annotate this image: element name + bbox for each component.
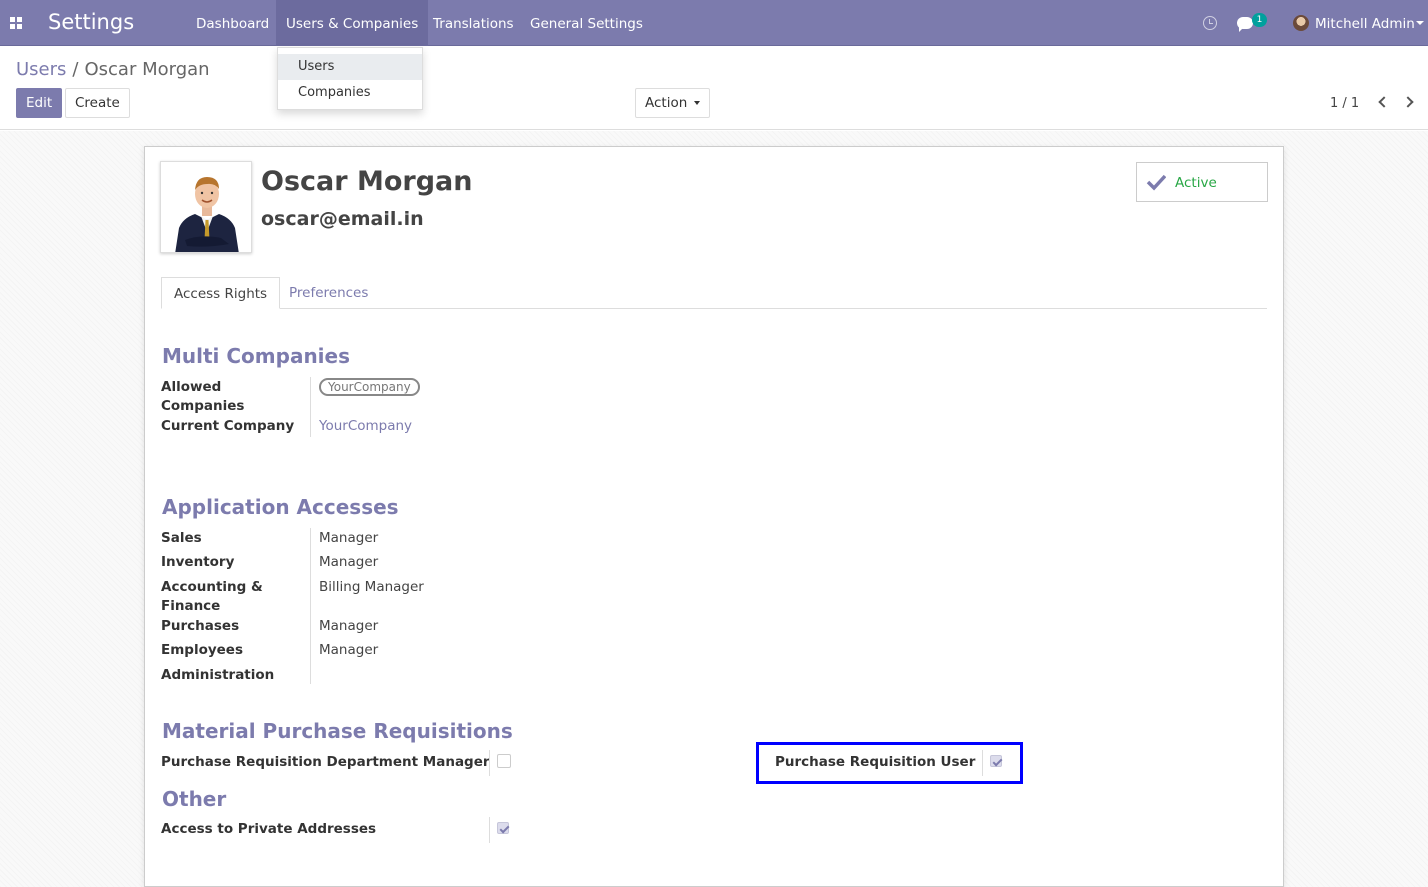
section-application-accesses: Application Accesses [162, 495, 399, 519]
field-divider [310, 528, 311, 684]
field-divider [489, 750, 490, 776]
dept-manager-checkbox[interactable] [497, 754, 511, 768]
access-value-purchases[interactable]: Manager [319, 618, 378, 634]
section-multi-companies: Multi Companies [162, 344, 351, 368]
active-toggle-button[interactable]: Active [1136, 162, 1268, 202]
current-company-label: Current Company [161, 418, 295, 434]
section-other: Other [162, 787, 227, 811]
access-label-administration: Administration [161, 667, 275, 683]
pager-previous-icon[interactable] [1378, 96, 1390, 108]
allowed-companies-label: Allowed Companies [161, 379, 245, 414]
breadcrumb: Users / Oscar Morgan [16, 59, 210, 80]
menu-dashboard[interactable]: Dashboard [186, 0, 279, 46]
field-divider [489, 817, 490, 843]
highlight-annotation-box [756, 742, 1023, 784]
breadcrumb-users-link[interactable]: Users [16, 59, 66, 80]
access-label-employees: Employees [161, 642, 244, 658]
users-companies-dropdown: Users Companies [277, 47, 423, 110]
app-title: Settings [48, 10, 135, 34]
user-menu-name[interactable]: Mitchell Admin [1315, 0, 1415, 48]
menu-general-settings[interactable]: General Settings [520, 0, 653, 46]
pager-next-icon[interactable] [1402, 96, 1414, 108]
dept-manager-label: Purchase Requisition Department Manager [161, 754, 490, 770]
dropdown-item-users[interactable]: Users [278, 54, 422, 80]
chat-counter-badge: 1 [1252, 13, 1267, 27]
activity-clock-icon[interactable] [1203, 16, 1217, 30]
access-label-inventory: Inventory [161, 554, 235, 570]
menu-users-companies[interactable]: Users & Companies [276, 0, 429, 46]
access-value-inventory[interactable]: Manager [319, 554, 378, 570]
control-panel: Users / Oscar Morgan Edit Create Action 1 … [0, 46, 1428, 130]
access-label-sales: Sales [161, 530, 202, 546]
tab-preferences[interactable]: Preferences [277, 277, 380, 309]
menu-translations[interactable]: Translations [423, 0, 524, 46]
active-label: Active [1175, 175, 1217, 191]
create-button[interactable]: Create [65, 88, 130, 118]
record-user-login: oscar@email.in [261, 208, 424, 230]
tab-access-rights[interactable]: Access Rights [161, 277, 281, 309]
user-menu-caret-icon[interactable] [1416, 21, 1424, 25]
section-material-purchase-requisitions: Material Purchase Requisitions [162, 719, 513, 743]
user-photo-image [161, 162, 251, 252]
private-addresses-label: Access to Private Addresses [161, 821, 377, 837]
edit-button[interactable]: Edit [16, 88, 63, 118]
top-navbar: Settings Dashboard Users & Companies Tra… [0, 0, 1428, 46]
user-photo[interactable] [160, 161, 252, 253]
form-tabs: Access Rights Preferences [161, 277, 1267, 309]
current-company-value[interactable]: YourCompany [319, 418, 412, 434]
field-divider [310, 377, 311, 437]
action-caret-icon [694, 101, 701, 105]
access-value-employees[interactable]: Manager [319, 642, 378, 658]
messaging-chat-icon[interactable] [1237, 17, 1253, 32]
action-dropdown-button[interactable]: Action [635, 88, 711, 118]
breadcrumb-current: Oscar Morgan [84, 59, 210, 80]
access-value-accounting[interactable]: Billing Manager [319, 579, 424, 595]
private-addresses-checkbox[interactable] [497, 822, 509, 834]
check-icon [1146, 174, 1166, 191]
access-value-sales[interactable]: Manager [319, 530, 378, 546]
pager-value[interactable]: 1 / 1 [1330, 96, 1359, 111]
apps-grid-icon[interactable] [10, 17, 22, 29]
record-user-name: Oscar Morgan [261, 166, 473, 197]
action-label: Action [645, 95, 688, 111]
access-label-purchases: Purchases [161, 618, 240, 634]
allowed-company-tag[interactable]: YourCompany [319, 378, 420, 396]
dropdown-item-companies[interactable]: Companies [278, 80, 422, 106]
user-avatar[interactable] [1293, 15, 1309, 31]
breadcrumb-separator: / [72, 59, 79, 80]
access-label-accounting: Accounting & Finance [161, 579, 263, 614]
